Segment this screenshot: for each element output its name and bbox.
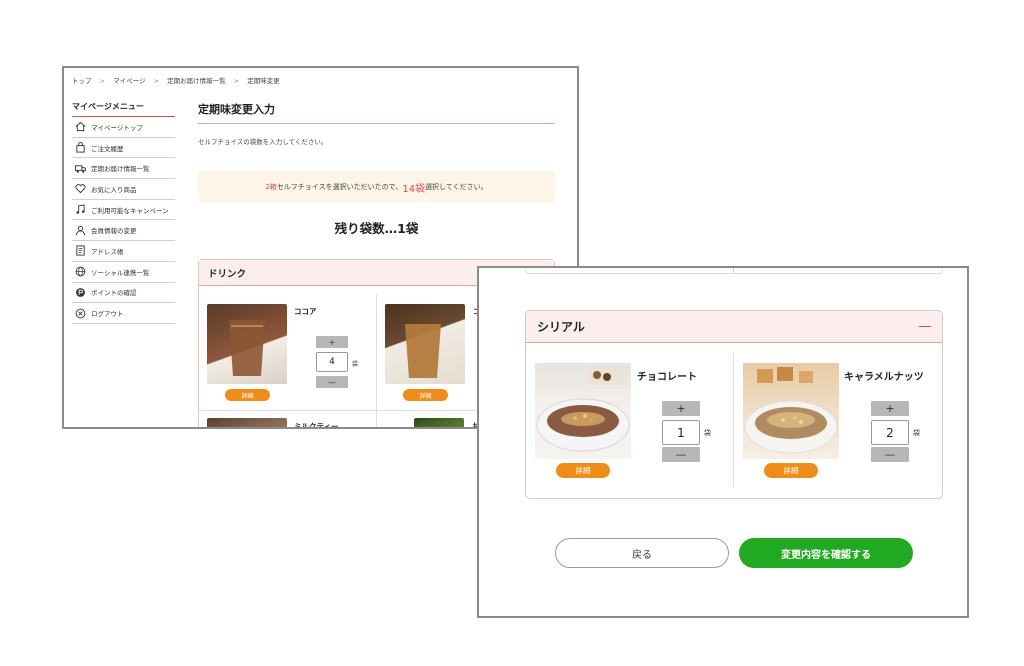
sidebar-item-member-info[interactable]: 会員情報の変更 — [72, 220, 175, 242]
breadcrumb-current: 定期味変更 — [247, 77, 280, 85]
quantity-input[interactable]: 1 — [662, 420, 700, 445]
detail-button[interactable]: 詳細 — [556, 463, 610, 478]
shopping-bag-icon — [74, 142, 86, 154]
product-name: キャラメルナッツ — [844, 372, 924, 383]
breadcrumb: トップ > マイページ > 定期お届け情報一覧 > 定期味変更 — [72, 75, 286, 85]
sidebar-item-subscription-list[interactable]: 定期お届け情報一覧 — [72, 158, 175, 180]
main-content: 定期味変更入力 セルフチョイスの袋数を入力してください。 2箱 セルフチョイスを… — [198, 101, 555, 237]
sidebar-item-points[interactable]: ポイントの確認 — [72, 283, 175, 304]
sidebar-item-social-links[interactable]: ソーシャル連携一覧 — [72, 262, 175, 283]
increment-button[interactable]: + — [662, 401, 700, 416]
unit-label: 袋 — [913, 429, 920, 437]
sidebar-item-label: ご注文履歴 — [91, 144, 124, 153]
product-image — [414, 418, 464, 427]
product-divider — [733, 268, 734, 273]
quantity-input[interactable]: 2 — [871, 420, 909, 445]
globe-icon — [74, 266, 86, 278]
quantity-input[interactable]: 4 — [316, 352, 348, 372]
previous-category-card-edge — [525, 268, 943, 274]
collapse-icon[interactable] — [918, 320, 932, 334]
notice-text-middle: セルフチョイスを選択いただいたので、 — [276, 183, 403, 191]
sidebar-item-label: 定期お届け情報一覧 — [91, 165, 150, 174]
confirm-changes-button[interactable]: 変更内容を確認する — [739, 538, 913, 568]
cereal-category-header[interactable]: シリアル — [526, 311, 942, 343]
sidebar-item-label: ソーシャル連携一覧 — [91, 268, 150, 277]
person-icon — [74, 224, 86, 236]
truck-icon — [74, 162, 86, 174]
points-icon — [74, 286, 86, 298]
product-image — [207, 304, 287, 384]
detail-button[interactable]: 詳細 — [225, 389, 270, 401]
sidebar-item-logout[interactable]: ログアウト — [72, 303, 175, 324]
sidebar-item-favorites[interactable]: お気に入り商品 — [72, 179, 175, 200]
cereal-selection-window: シリアル チョコレート + 1 袋 — 詳細 キャラメルナッツ + 2 袋 — … — [477, 266, 969, 618]
sidebar-item-campaigns[interactable]: ご利用可能なキャンペーン — [72, 200, 175, 221]
breadcrumb-top[interactable]: トップ — [72, 77, 92, 85]
sidebar-item-label: ログアウト — [91, 310, 124, 319]
page-title: 定期味変更入力 — [198, 101, 555, 124]
notice-text-end: 選択してください。 — [425, 183, 488, 191]
sidebar-item-label: お気に入り商品 — [91, 185, 137, 194]
breadcrumb-separator: > — [233, 77, 240, 85]
sidebar-item-label: ポイントの確認 — [91, 289, 137, 298]
music-note-icon — [74, 204, 86, 216]
breadcrumb-subscription-list[interactable]: 定期お届け情報一覧 — [167, 77, 226, 85]
category-title: ドリンク — [208, 268, 247, 280]
address-book-icon — [74, 245, 86, 257]
product-name: ココア — [294, 307, 317, 316]
product-image — [385, 304, 465, 384]
product-name: チョコレート — [637, 372, 697, 383]
product-image — [535, 363, 631, 459]
sidebar-item-order-history[interactable]: ご注文履歴 — [72, 138, 175, 159]
sidebar-item-label: アドレス帳 — [91, 247, 124, 256]
detail-button[interactable]: 詳細 — [403, 389, 448, 401]
decrement-button[interactable]: — — [871, 447, 909, 462]
cereal-category-card: シリアル チョコレート + 1 袋 — 詳細 キャラメルナッツ + 2 袋 — … — [525, 310, 943, 499]
increment-button[interactable]: + — [871, 401, 909, 416]
decrement-button[interactable]: — — [662, 447, 700, 462]
mypage-sidebar: マイページメニュー マイページトップ ご注文履歴 定期お届け情報一覧 お気に入り… — [72, 101, 175, 324]
product-divider — [733, 353, 734, 487]
unit-label: 袋 — [352, 361, 359, 368]
sidebar-item-label: マイページトップ — [91, 123, 143, 132]
breadcrumb-separator: > — [99, 77, 106, 85]
category-title: シリアル — [537, 320, 585, 334]
product-name: ミルクティー — [294, 422, 339, 429]
product-image — [207, 418, 287, 427]
notice-bag-count: 14袋 — [402, 183, 426, 195]
heart-icon — [74, 183, 86, 195]
breadcrumb-separator: > — [153, 77, 160, 85]
back-button[interactable]: 戻る — [555, 538, 729, 568]
home-icon — [74, 121, 86, 133]
instruction-text: セルフチョイスの袋数を入力してください。 — [198, 138, 328, 146]
sidebar-item-label: 会員情報の変更 — [91, 227, 137, 236]
increment-button[interactable]: + — [316, 336, 348, 348]
selection-notice: 2箱 セルフチョイスを選択いただいたので、 14袋 選択してください。 — [198, 171, 555, 203]
sidebar-title: マイページメニュー — [72, 101, 175, 117]
sidebar-item-address-book[interactable]: アドレス帳 — [72, 241, 175, 262]
product-image — [743, 363, 839, 459]
detail-button[interactable]: 詳細 — [764, 463, 818, 478]
sidebar-item-label: ご利用可能なキャンペーン — [91, 206, 169, 215]
breadcrumb-mypage[interactable]: マイページ — [113, 77, 145, 85]
remaining-bag-count: 残り袋数…1袋 — [334, 221, 419, 236]
product-divider — [376, 294, 377, 427]
decrement-button[interactable]: — — [316, 376, 348, 388]
logout-icon — [74, 307, 86, 319]
unit-label: 袋 — [704, 429, 711, 437]
notice-box-count: 2箱 — [265, 183, 277, 191]
sidebar-item-mypage-top[interactable]: マイページトップ — [72, 117, 175, 138]
